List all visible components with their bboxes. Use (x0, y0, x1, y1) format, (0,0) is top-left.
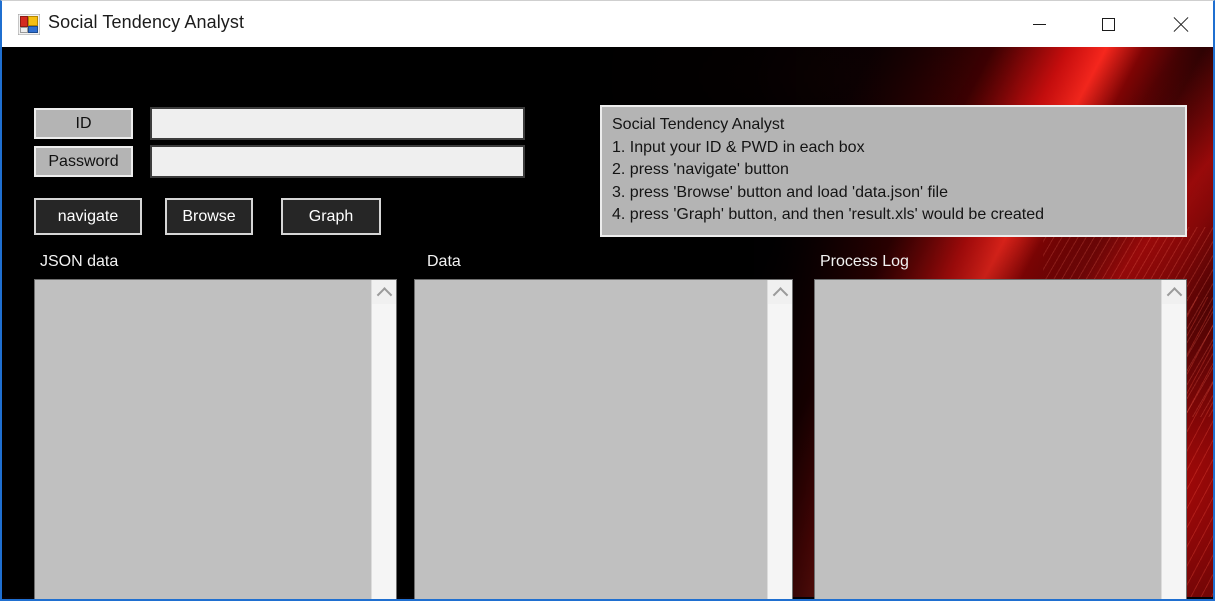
chevron-up-icon (376, 286, 392, 303)
scrollbar-track[interactable] (372, 304, 396, 599)
instructions-step-3: 3. press 'Browse' button and load 'data.… (612, 183, 948, 201)
instructions-step-1: 1. Input your ID & PWD in each box (612, 138, 865, 156)
password-input[interactable] (150, 145, 525, 178)
scroll-up-button[interactable] (372, 282, 396, 304)
process-log-scrollbar[interactable] (1161, 280, 1186, 599)
maximize-button[interactable] (1085, 1, 1131, 47)
minimize-icon (1032, 23, 1046, 25)
window-title: Social Tendency Analyst (48, 12, 245, 32)
password-label-button[interactable]: Password (34, 146, 133, 177)
process-log-content (815, 280, 1161, 599)
instructions-panel: Social Tendency Analyst 1. Input your ID… (600, 105, 1187, 237)
maximize-icon (1101, 17, 1115, 31)
winforms-app-icon (18, 14, 40, 35)
client-area: ID Password navigate Browse Graph Social… (0, 47, 1215, 601)
scroll-up-button[interactable] (768, 282, 792, 304)
data-listbox[interactable] (414, 279, 793, 599)
json-data-content (35, 280, 371, 599)
title-bar: Social Tendency Analyst (0, 0, 1215, 47)
id-label-button[interactable]: ID (34, 108, 133, 139)
navigate-button[interactable]: navigate (34, 198, 142, 235)
instructions-step-2: 2. press 'navigate' button (612, 161, 789, 178)
process-log-listbox[interactable] (814, 279, 1187, 599)
process-log-label: Process Log (820, 253, 909, 270)
data-label: Data (427, 253, 461, 270)
chevron-up-icon (772, 286, 788, 303)
scrollbar-track[interactable] (768, 304, 792, 599)
json-data-label: JSON data (40, 253, 119, 270)
close-icon (1172, 16, 1189, 33)
data-scrollbar[interactable] (767, 280, 792, 599)
data-content (415, 280, 767, 599)
chevron-up-icon (1166, 286, 1182, 303)
scrollbar-track[interactable] (1162, 304, 1186, 599)
instructions-step-4: 4. press 'Graph' button, and then 'resul… (612, 206, 1045, 223)
graph-button[interactable]: Graph (281, 198, 381, 235)
minimize-button[interactable] (1016, 1, 1062, 47)
browse-button[interactable]: Browse (165, 198, 253, 235)
instructions-title: Social Tendency Analyst (612, 116, 785, 133)
scroll-up-button[interactable] (1162, 282, 1186, 304)
json-data-scrollbar[interactable] (371, 280, 396, 599)
json-data-listbox[interactable] (34, 279, 397, 599)
close-button[interactable] (1157, 1, 1203, 47)
application-window: Social Tendency Analyst ID Password navi… (0, 0, 1215, 601)
id-input[interactable] (150, 107, 525, 140)
